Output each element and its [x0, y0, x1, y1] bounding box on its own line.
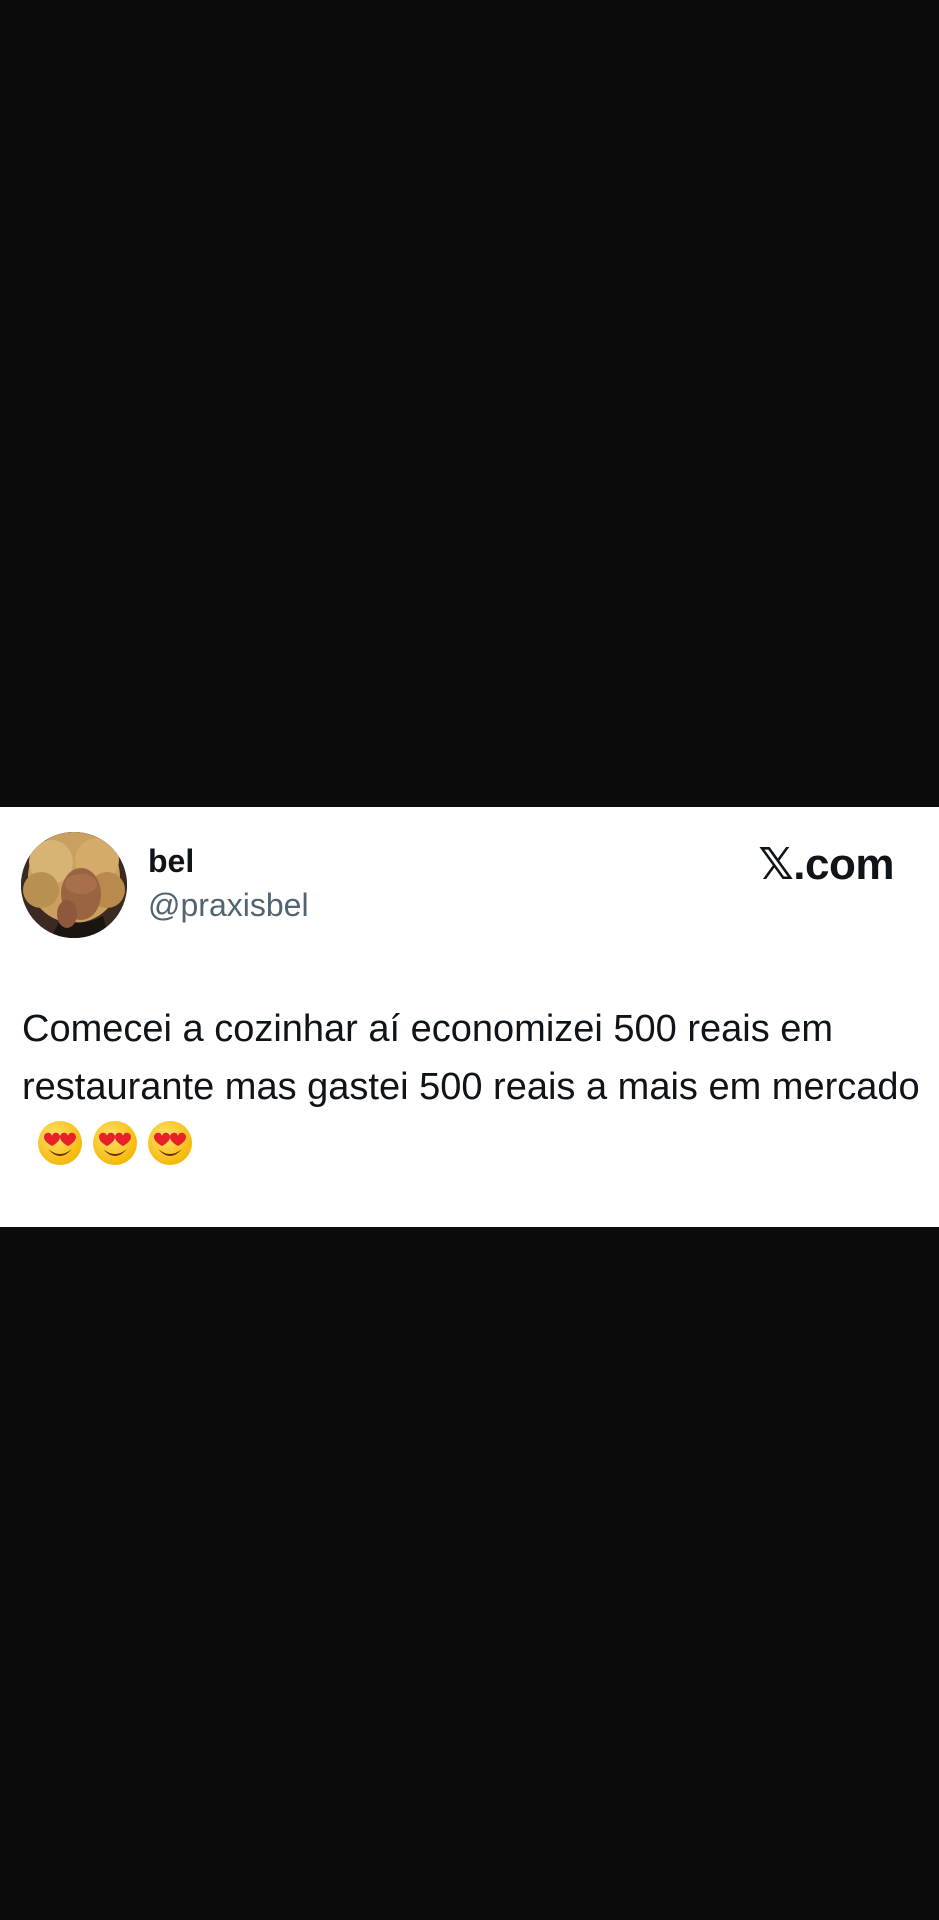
heart-eyes-emoji — [148, 1121, 192, 1165]
display-name[interactable]: bel — [148, 845, 194, 877]
heart-eyes-emoji — [93, 1121, 137, 1165]
top-black-area — [0, 0, 939, 807]
tweet-text: Comecei a cozinhar aí economizei 500 rea… — [22, 1000, 922, 1174]
tweet-card: bel @praxisbel 𝕏.com Comecei a cozinhar … — [0, 807, 939, 1227]
bottom-black-area — [0, 1227, 939, 1920]
avatar[interactable] — [21, 832, 127, 938]
user-handle[interactable]: @praxisbel — [148, 889, 309, 921]
tweet-body: Comecei a cozinhar aí economizei 500 rea… — [22, 1008, 920, 1108]
heart-eyes-emoji — [38, 1121, 82, 1165]
x-logo: 𝕏.com — [758, 840, 894, 889]
